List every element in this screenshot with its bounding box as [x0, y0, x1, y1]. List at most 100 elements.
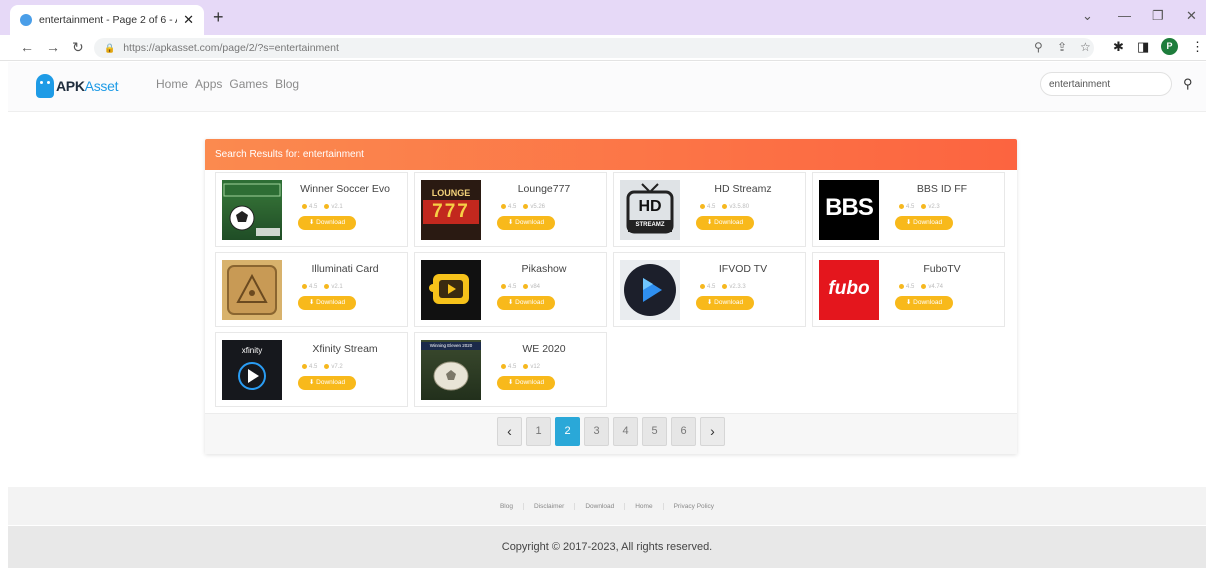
- thumb-bbs-text: BBS: [825, 194, 874, 221]
- app-meta: 4.5 v2.3: [899, 204, 940, 210]
- app-card-illuminati-card[interactable]: Illuminati Card 4.5 v2.1 ⬇ Download: [215, 252, 408, 327]
- nav-games[interactable]: Games: [229, 77, 268, 91]
- new-tab-icon[interactable]: +: [213, 7, 224, 28]
- app-name[interactable]: FuboTV: [883, 263, 1001, 275]
- app-name[interactable]: Lounge777: [485, 183, 603, 195]
- nav-apps[interactable]: Apps: [195, 77, 222, 91]
- footer-link-blog[interactable]: Blog: [490, 502, 524, 510]
- browser-tab[interactable]: entertainment - Page 2 of 6 - AP ✕: [10, 5, 204, 35]
- app-meta: 4.5 v2.1: [302, 204, 343, 210]
- app-meta: 4.5 v7.2: [302, 364, 343, 370]
- page-2-button[interactable]: 2: [555, 417, 580, 446]
- back-icon[interactable]: ←: [20, 39, 34, 55]
- app-name[interactable]: Winner Soccer Evo: [286, 183, 404, 195]
- app-rating: 4.5: [508, 364, 517, 371]
- page-1-button[interactable]: 1: [526, 417, 551, 446]
- app-card-ifvod-tv[interactable]: IFVOD TV 4.5 v2.3.3 ⬇ Download: [613, 252, 806, 327]
- logo-text-accent: Asset: [84, 78, 119, 94]
- logo-text-main: APK: [56, 78, 85, 94]
- app-rating: 4.5: [906, 284, 915, 291]
- download-button[interactable]: ⬇ Download: [895, 216, 953, 230]
- nav-blog[interactable]: Blog: [275, 77, 299, 91]
- app-thumbnail: LOUNGE 777: [421, 180, 481, 240]
- download-button[interactable]: ⬇ Download: [895, 296, 953, 310]
- extensions-icon[interactable]: ✱: [1113, 39, 1124, 55]
- download-button[interactable]: ⬇ Download: [298, 216, 356, 230]
- search-icon[interactable]: ⚲: [1183, 76, 1193, 92]
- footer-link-home[interactable]: Home: [625, 502, 664, 510]
- site-header: APKAsset Home Apps Games Blog ⚲: [8, 62, 1206, 112]
- app-rating: 4.5: [309, 364, 318, 371]
- app-name[interactable]: HD Streamz: [684, 183, 802, 195]
- download-button[interactable]: ⬇ Download: [497, 376, 555, 390]
- footer-link-disclaimer[interactable]: Disclaimer: [524, 502, 576, 510]
- download-button[interactable]: ⬇ Download: [497, 296, 555, 310]
- app-card-xfinity-stream[interactable]: xfinity Xfinity Stream 4.5 v7.2 ⬇ Downloa…: [215, 332, 408, 407]
- close-window-icon[interactable]: ✕: [1186, 8, 1197, 24]
- app-name[interactable]: IFVOD TV: [684, 263, 802, 275]
- address-bar[interactable]: 🔒 https://apkasset.com/page/2/?s=enterta…: [94, 38, 1094, 58]
- app-version: v2.3.3: [729, 284, 746, 291]
- app-card-lounge777[interactable]: LOUNGE 777 Lounge777 4.5 v5.26 ⬇ Download: [414, 172, 607, 247]
- app-card-hd-streamz[interactable]: HD STREAMZ HD Streamz 4.5 v3.5.80 ⬇ Downl…: [613, 172, 806, 247]
- app-name[interactable]: Xfinity Stream: [286, 343, 404, 355]
- footer-link-privacy-policy[interactable]: Privacy Policy: [664, 503, 724, 510]
- app-rating: 4.5: [508, 284, 517, 291]
- app-name[interactable]: Illuminati Card: [286, 263, 404, 275]
- download-button[interactable]: ⬇ Download: [298, 376, 356, 390]
- profile-avatar[interactable]: P: [1161, 38, 1178, 55]
- tab-close-icon[interactable]: ✕: [183, 12, 194, 28]
- next-page-button[interactable]: ›: [700, 417, 725, 446]
- app-card-fubotv[interactable]: fubo FuboTV 4.5 v4.74 ⬇ Download: [812, 252, 1005, 327]
- page-5-button[interactable]: 5: [642, 417, 667, 446]
- search-results-panel: Search Results for: entertainment Winner…: [205, 139, 1017, 454]
- share-icon[interactable]: ⇪: [1057, 40, 1067, 54]
- thumb-hd-text: HD: [638, 198, 662, 215]
- minimize-icon[interactable]: —: [1118, 8, 1131, 23]
- tab-search-icon[interactable]: ⌄: [1082, 8, 1093, 24]
- download-button[interactable]: ⬇ Download: [696, 216, 754, 230]
- download-label: Download: [316, 219, 346, 226]
- site-logo[interactable]: APKAsset: [36, 74, 118, 98]
- app-name[interactable]: BBS ID FF: [883, 183, 1001, 195]
- app-meta: 4.5 v84: [501, 284, 540, 290]
- download-button[interactable]: ⬇ Download: [298, 296, 356, 310]
- side-panel-icon[interactable]: ◨: [1137, 39, 1149, 55]
- app-thumbnail: xfinity: [222, 340, 282, 400]
- reload-icon[interactable]: ↻: [72, 39, 84, 56]
- zoom-icon[interactable]: ⚲: [1034, 40, 1043, 54]
- main-nav: Home Apps Games Blog: [156, 77, 299, 91]
- app-version: v4.74: [928, 284, 944, 291]
- app-card-winner-soccer-evo[interactable]: Winner Soccer Evo 4.5 v2.1 ⬇ Download: [215, 172, 408, 247]
- app-version: v2.3: [928, 204, 940, 211]
- app-card-bbs-id-ff[interactable]: BBS BBS ID FF 4.5 v2.3 ⬇ Download: [812, 172, 1005, 247]
- page-6-button[interactable]: 6: [671, 417, 696, 446]
- bookmark-star-icon[interactable]: ☆: [1080, 40, 1091, 54]
- app-meta: 4.5 v5.26: [501, 204, 545, 210]
- prev-page-button[interactable]: ‹: [497, 417, 522, 446]
- pagination-area: ‹ 1 2 3 4 5 6 ›: [205, 413, 1017, 454]
- nav-home[interactable]: Home: [156, 77, 188, 91]
- app-card-we-2020[interactable]: Winning Eleven 2020 WE 2020 4.5 v12 ⬇ Dow…: [414, 332, 607, 407]
- browser-toolbar: ← → ↻ 🔒 https://apkasset.com/page/2/?s=e…: [0, 35, 1206, 61]
- menu-kebab-icon[interactable]: ⋮: [1191, 39, 1204, 55]
- download-button[interactable]: ⬇ Download: [696, 296, 754, 310]
- app-rating: 4.5: [906, 204, 915, 211]
- download-button[interactable]: ⬇ Download: [497, 216, 555, 230]
- restore-icon[interactable]: ❐: [1152, 8, 1164, 24]
- thumb-lounge-text: LOUNGE: [431, 188, 471, 198]
- footer-link-download[interactable]: Download: [575, 502, 626, 510]
- app-rating: 4.5: [309, 204, 318, 211]
- app-name[interactable]: WE 2020: [485, 343, 603, 355]
- app-card-pikashow[interactable]: Pikashow 4.5 v84 ⬇ Download: [414, 252, 607, 327]
- app-meta: 4.5 v2.1: [302, 284, 343, 290]
- page-4-button[interactable]: 4: [613, 417, 638, 446]
- app-version: v84: [530, 284, 541, 291]
- forward-icon[interactable]: →: [46, 39, 60, 55]
- copyright-text: Copyright © 2017-2023, All rights reserv…: [8, 526, 1206, 568]
- search-input[interactable]: [1040, 72, 1172, 96]
- download-label: Download: [515, 379, 545, 386]
- page-3-button[interactable]: 3: [584, 417, 609, 446]
- download-label: Download: [515, 299, 545, 306]
- app-name[interactable]: Pikashow: [485, 263, 603, 275]
